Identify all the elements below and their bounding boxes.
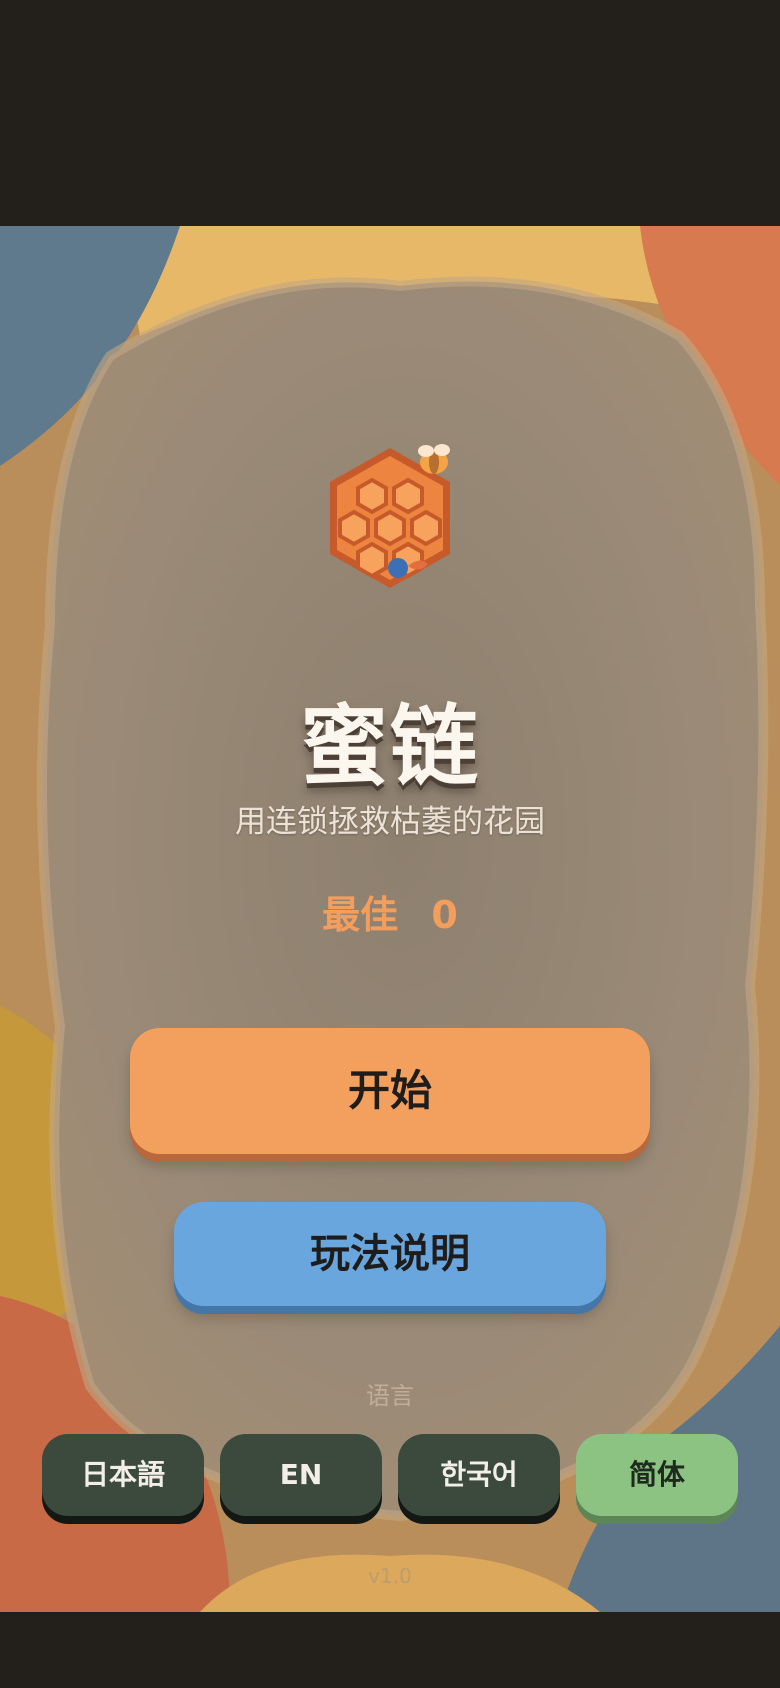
best-score-value: 0	[431, 893, 458, 937]
language-button-japanese[interactable]: 日本語	[42, 1434, 204, 1516]
language-selector: 日本語 EN 한국어 简体	[42, 1434, 738, 1518]
title-screen: 蜜链 用连锁拯救枯萎的花园 最佳 0 开始 玩法说明 语言 日本語 EN 한국어…	[0, 226, 780, 1612]
best-score: 最佳 0	[0, 884, 780, 939]
top-letterbox	[0, 0, 780, 226]
best-score-label: 最佳	[322, 893, 399, 937]
start-button[interactable]: 开始	[130, 1028, 650, 1154]
bottom-letterbox	[0, 1612, 780, 1688]
game-title: 蜜链	[299, 695, 480, 798]
honeycomb-bee-icon	[330, 444, 450, 588]
how-to-play-button[interactable]: 玩法说明	[174, 1202, 606, 1306]
language-button-english[interactable]: EN	[220, 1434, 382, 1516]
language-button-simplified-chinese[interactable]: 简体	[576, 1434, 738, 1516]
game-subtitle: 用连锁拯救枯萎的花园	[235, 804, 545, 840]
language-label: 语言	[366, 1382, 414, 1410]
phone-screen: 蜜链 用连锁拯救枯萎的花园 最佳 0 开始 玩法说明 语言 日本語 EN 한국어…	[0, 0, 780, 1688]
version-label: v1.0	[368, 1564, 412, 1588]
language-button-korean[interactable]: 한국어	[398, 1434, 560, 1516]
